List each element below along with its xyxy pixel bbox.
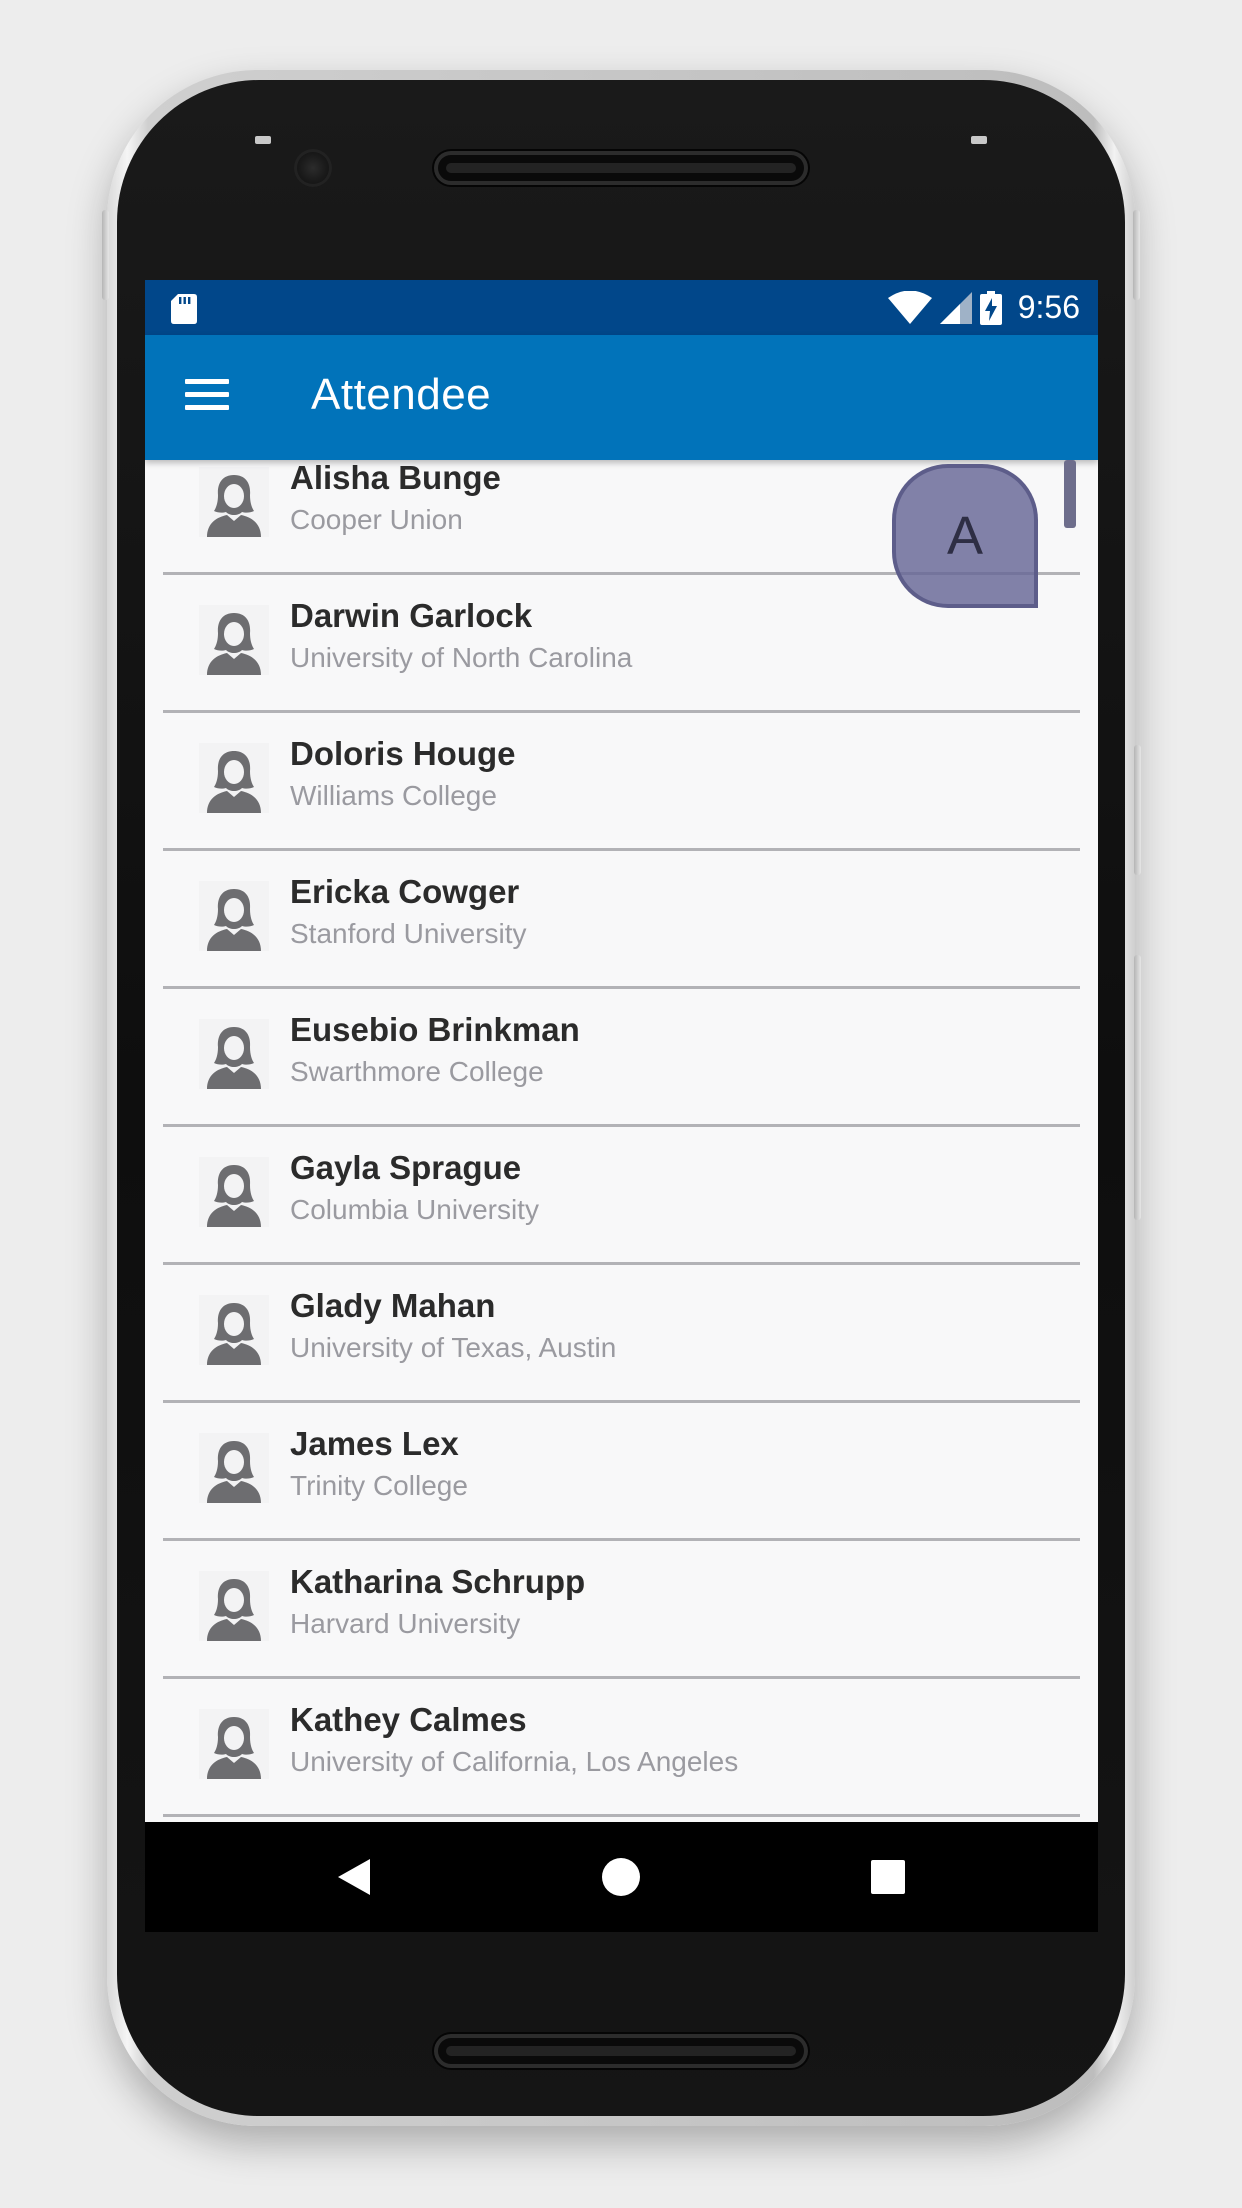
navigation-bar: [145, 1822, 1098, 1932]
list-item[interactable]: James Lex Trinity College: [145, 1403, 1098, 1541]
home-icon[interactable]: [561, 1822, 681, 1932]
avatar-icon: [199, 605, 269, 675]
attendee-organization: Swarthmore College: [290, 1056, 544, 1087]
avatar-icon: [199, 467, 269, 537]
power-button: [1134, 955, 1141, 1220]
attendee-name: Eusebio Brinkman: [290, 1011, 580, 1048]
attendee-organization: University of California, Los Angeles: [290, 1746, 739, 1777]
attendee-name: Ericka Cowger: [290, 873, 520, 910]
fast-scroll-index-popup: A: [892, 464, 1038, 608]
list-item[interactable]: Eusebio Brinkman Swarthmore College: [145, 989, 1098, 1127]
status-icons: 9:56: [887, 280, 1080, 335]
list-divider: [163, 1814, 1080, 1817]
list-item[interactable]: Gayla Sprague Columbia University: [145, 1127, 1098, 1265]
page-title: Attendee: [311, 370, 492, 419]
attendee-organization: Harvard University: [290, 1608, 521, 1639]
attendee-name: Gayla Sprague: [290, 1149, 522, 1186]
scrollbar-thumb[interactable]: [1064, 460, 1076, 528]
index-letter: A: [946, 506, 984, 566]
avatar-icon: [199, 881, 269, 951]
front-camera: [294, 149, 332, 187]
status-time: 9:56: [1017, 289, 1080, 325]
attendee-name: Katharina Schrupp: [290, 1563, 586, 1600]
top-speaker: [434, 151, 808, 185]
attendee-name: Kathey Calmes: [290, 1701, 527, 1738]
attendee-organization: Williams College: [290, 780, 497, 811]
avatar-icon: [199, 1295, 269, 1365]
avatar-icon: [199, 1571, 269, 1641]
attendee-organization: University of North Carolina: [290, 642, 633, 673]
attendee-name: Glady Mahan: [290, 1287, 496, 1324]
phone-top-stub-right: [971, 136, 987, 144]
status-bar: 9:56: [145, 280, 1098, 335]
attendee-list[interactable]: Alisha Bunge Cooper Union Darwin Garlock Un…: [145, 460, 1098, 1822]
list-item[interactable]: Ericka Cowger Stanford University: [145, 851, 1098, 989]
hamburger-menu-icon[interactable]: [185, 377, 231, 413]
bottom-speaker: [434, 2034, 808, 2068]
cell-signal-icon: [939, 291, 972, 324]
avatar-icon: [199, 1709, 269, 1779]
app-bar: Attendee: [145, 335, 1098, 460]
volume-button: [1134, 745, 1141, 875]
avatar-icon: [199, 1433, 269, 1503]
avatar-icon: [199, 1157, 269, 1227]
side-button-left: [102, 210, 109, 300]
list-item[interactable]: Doloris Houge Williams College: [145, 713, 1098, 851]
wifi-icon: [887, 290, 932, 324]
list-item[interactable]: Glady Mahan University of Texas, Austin: [145, 1265, 1098, 1403]
avatar-icon: [199, 743, 269, 813]
attendee-name: Doloris Houge: [290, 735, 516, 772]
attendee-name: Darwin Garlock: [290, 597, 533, 634]
attendee-organization: Columbia University: [290, 1194, 539, 1225]
list-item[interactable]: Katharina Schrupp Harvard University: [145, 1541, 1098, 1679]
battery-charging-icon: [979, 290, 1002, 325]
attendee-organization: Stanford University: [290, 918, 527, 949]
list-item[interactable]: Kathey Calmes University of California, L…: [145, 1679, 1098, 1817]
recents-icon[interactable]: [828, 1822, 948, 1932]
attendee-organization: University of Texas, Austin: [290, 1332, 617, 1363]
avatar-icon: [199, 1019, 269, 1089]
side-button-right: [1133, 210, 1140, 300]
attendee-organization: Cooper Union: [290, 504, 463, 535]
back-icon[interactable]: [294, 1822, 414, 1932]
sd-card-icon: [171, 294, 197, 324]
attendee-name: Alisha Bunge: [290, 460, 501, 496]
phone-top-stub-left: [255, 136, 271, 144]
attendee-organization: Trinity College: [290, 1470, 468, 1501]
screen: 9:56 Attendee Alisha Bunge Cooper Union Da…: [145, 280, 1098, 1932]
attendee-name: James Lex: [290, 1425, 459, 1462]
